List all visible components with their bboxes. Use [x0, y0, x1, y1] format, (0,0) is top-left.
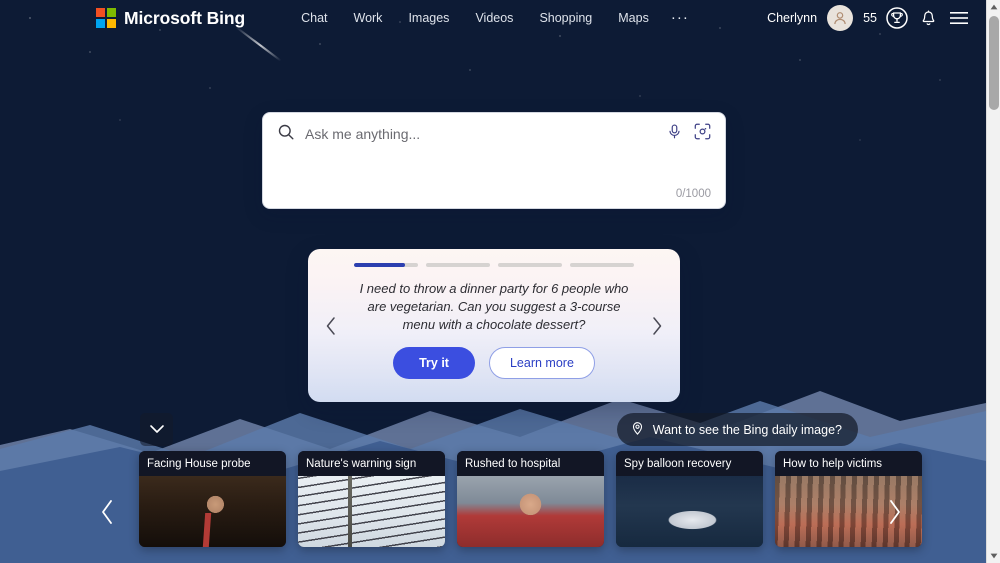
search-icon	[277, 123, 295, 146]
news-card-title: Nature's warning sign	[298, 451, 445, 476]
nav-item-work[interactable]: Work	[354, 11, 383, 25]
progress-segment[interactable]	[354, 263, 418, 267]
microphone-icon[interactable]	[666, 123, 683, 145]
progress-segment[interactable]	[498, 263, 562, 267]
daily-image-label: Want to see the Bing daily image?	[652, 422, 842, 437]
search-box[interactable]: 0/1000	[262, 112, 726, 209]
microsoft-squares-icon	[96, 8, 116, 28]
bing-daily-image-button[interactable]: Want to see the Bing daily image?	[616, 413, 858, 446]
news-carousel: Facing House probe Nature's warning sign…	[139, 451, 922, 547]
news-card-title: How to help victims	[775, 451, 922, 476]
page-scrollbar[interactable]	[986, 0, 1000, 563]
scroll-up-arrow-icon[interactable]	[987, 0, 1000, 14]
suggestion-prompt-text: I need to throw a dinner party for 6 peo…	[359, 281, 629, 332]
trophy-icon[interactable]	[885, 6, 909, 30]
nav-item-maps[interactable]: Maps	[618, 11, 649, 25]
nav-item-videos[interactable]: Videos	[475, 11, 513, 25]
news-next-button[interactable]	[880, 497, 910, 527]
primary-nav-links: Chat Work Images Videos Shopping Maps ··…	[301, 10, 689, 25]
news-card[interactable]: Spy balloon recovery	[616, 451, 763, 547]
carousel-progress-indicator	[308, 249, 680, 267]
news-card-title: Rushed to hospital	[457, 451, 604, 476]
account-username[interactable]: Cherlynn	[767, 11, 817, 25]
chevron-right-icon[interactable]	[646, 315, 668, 337]
brand-name: Microsoft Bing	[124, 7, 246, 28]
news-card-thumbnail	[298, 476, 445, 547]
account-area: Cherlynn 55	[767, 5, 970, 31]
rewards-points-count[interactable]: 55	[863, 11, 877, 25]
chevron-left-icon[interactable]	[320, 315, 342, 337]
top-navigation-bar: Microsoft Bing Chat Work Images Videos S…	[0, 0, 986, 36]
scroll-down-arrow-icon[interactable]	[987, 549, 1000, 563]
collapse-news-button[interactable]	[140, 413, 173, 446]
scrollbar-thumb[interactable]	[989, 16, 999, 110]
news-card[interactable]: Nature's warning sign	[298, 451, 445, 547]
progress-segment[interactable]	[426, 263, 490, 267]
news-card-title: Spy balloon recovery	[616, 451, 763, 476]
character-counter: 0/1000	[675, 188, 711, 200]
try-it-button[interactable]: Try it	[393, 347, 475, 379]
search-action-icons	[666, 122, 712, 146]
visual-search-icon[interactable]	[693, 122, 712, 146]
bing-logo-home-link[interactable]: Microsoft Bing	[96, 8, 245, 29]
search-input-row	[263, 113, 725, 155]
nav-item-chat[interactable]: Chat	[301, 11, 327, 25]
bing-homepage: Microsoft Bing Chat Work Images Videos S…	[0, 0, 1000, 563]
nav-item-shopping[interactable]: Shopping	[539, 11, 592, 25]
hamburger-menu-icon[interactable]	[948, 9, 970, 27]
news-card[interactable]: Facing House probe	[139, 451, 286, 547]
nav-item-images[interactable]: Images	[408, 11, 449, 25]
chevron-right-icon	[890, 500, 900, 524]
learn-more-button[interactable]: Learn more	[488, 347, 595, 379]
suggestion-actions: Try it Learn more	[308, 347, 680, 379]
nav-overflow-icon[interactable]: ···	[671, 10, 689, 25]
news-card-thumbnail	[457, 476, 604, 547]
news-card[interactable]: Rushed to hospital	[457, 451, 604, 547]
progress-segment[interactable]	[570, 263, 634, 267]
bell-icon[interactable]	[919, 9, 938, 28]
suggestion-carousel-card: I need to throw a dinner party for 6 peo…	[308, 249, 680, 402]
chevron-left-icon	[102, 500, 112, 524]
person-avatar-icon[interactable]	[827, 5, 854, 31]
news-card-thumbnail	[616, 476, 763, 547]
news-prev-button[interactable]	[92, 497, 122, 527]
location-pin-icon	[630, 421, 645, 439]
search-input[interactable]	[305, 126, 656, 142]
news-card-title: Facing House probe	[139, 451, 286, 476]
chevron-down-icon	[149, 421, 165, 439]
news-card-thumbnail	[139, 476, 286, 547]
